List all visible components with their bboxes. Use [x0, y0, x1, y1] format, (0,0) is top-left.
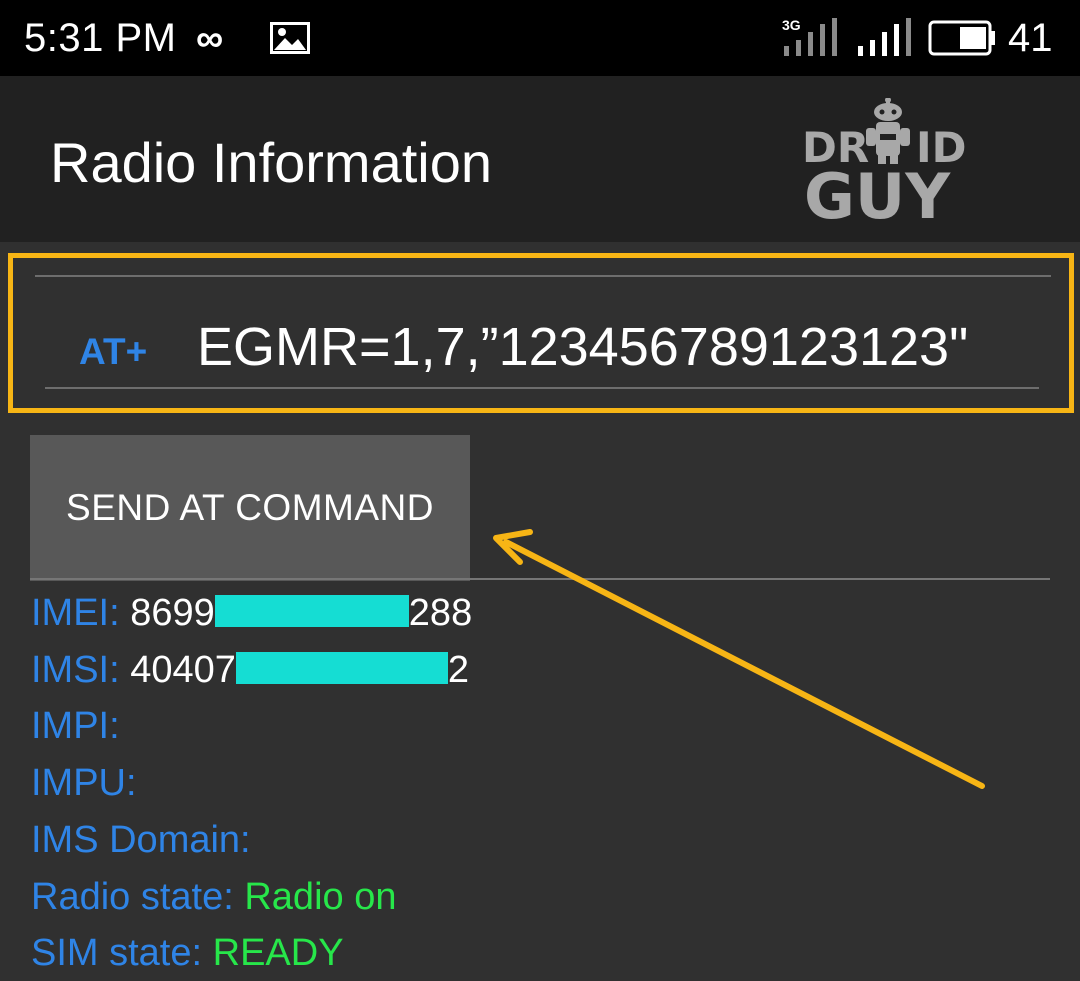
input-underline: [45, 387, 1039, 389]
imsi-value-end: 2: [447, 649, 470, 691]
imsi-value-start: 40407: [130, 649, 236, 691]
battery-level: 41: [1008, 16, 1053, 60]
at-command-highlight-box: AT+: [8, 253, 1074, 413]
imsi-label: IMSI:: [31, 649, 120, 691]
radio-state-value: Radio on: [244, 876, 397, 918]
screen: 5:31 PM ∞ 3G 41 Radio Information DR ID …: [0, 0, 1080, 981]
send-at-command-button[interactable]: SEND AT COMMAND: [30, 435, 470, 581]
radio-state-label: Radio state:: [31, 876, 234, 918]
imei-row: IMEI: 8699 288: [31, 587, 472, 639]
imsi-row: IMSI: 40407 2: [31, 644, 469, 696]
droid-guy-watermark-logo: DR ID GUY: [802, 98, 967, 222]
sim-state-label: SIM state:: [31, 932, 203, 974]
radio-state-row: Radio state: Radio on: [31, 871, 396, 923]
watermark-text-bottom: GUY: [804, 160, 951, 222]
imei-value-start: 8699: [130, 592, 215, 634]
ims-domain-row: IMS Domain:: [31, 814, 251, 866]
signal-3g-icon: 3G: [782, 17, 837, 56]
status-bar: 5:31 PM ∞ 3G 41: [0, 0, 1080, 76]
signal-icon: [858, 18, 911, 56]
app-bar: Radio Information DR ID GUY: [0, 76, 1080, 242]
imsi-redaction: [235, 652, 448, 684]
imei-label: IMEI:: [31, 592, 120, 634]
image-icon: [270, 22, 310, 54]
sim-state-value: READY: [212, 932, 344, 974]
at-command-input[interactable]: [197, 312, 1037, 382]
network-type-label: 3G: [782, 17, 801, 33]
sim-state-row: SIM state: READY: [31, 927, 344, 979]
status-time: 5:31 PM: [24, 16, 177, 60]
battery-icon: [928, 20, 995, 56]
imei-redaction: [214, 595, 409, 627]
impi-row: IMPI:: [31, 700, 120, 752]
impu-row: IMPU:: [31, 757, 137, 809]
at-prefix-label: AT+: [79, 331, 148, 372]
imei-value-end: 288: [408, 592, 473, 634]
page-title: Radio Information: [50, 131, 493, 194]
section-divider: [30, 578, 1050, 580]
impu-label: IMPU:: [31, 762, 137, 804]
ims-domain-label: IMS Domain:: [31, 819, 251, 861]
impi-label: IMPI:: [31, 705, 120, 747]
infinity-icon: ∞: [196, 18, 224, 60]
input-divider-top: [35, 275, 1051, 277]
